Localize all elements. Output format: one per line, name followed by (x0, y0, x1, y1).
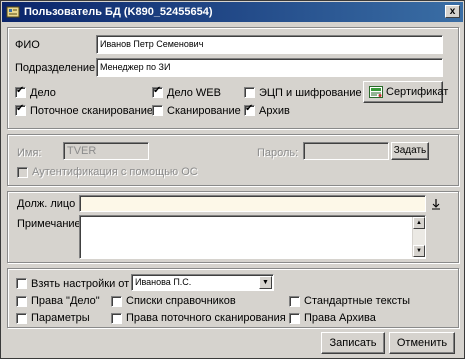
window-title: Пользователь БД (K890_52455654) (24, 6, 213, 18)
title-bar[interactable]: Пользователь БД (K890_52455654) x (2, 2, 463, 22)
name-label: Имя: (17, 147, 42, 159)
delo-web-checkbox[interactable] (152, 85, 163, 98)
scroll-up-icon[interactable]: ▲ (413, 217, 425, 229)
save-button[interactable]: Записать (321, 332, 385, 354)
stream-scan-label: Поточное сканирование (30, 105, 153, 117)
window-app-icon (6, 6, 20, 18)
params-checkbox[interactable] (16, 313, 27, 324)
archive-rights-checkbox[interactable] (289, 313, 300, 324)
stream-scan-rights-label: Права поточного сканирования (126, 312, 286, 324)
department-label: Подразделение (15, 62, 96, 74)
name-field[interactable]: TVER (63, 142, 149, 160)
rights-delo-label: Права "Дело" (31, 295, 100, 307)
std-texts-label: Стандартные тексты (304, 295, 411, 307)
close-icon: x (449, 6, 456, 17)
take-settings-combo[interactable]: Иванова П.С. ▼ (131, 274, 274, 291)
scan-checkbox[interactable] (152, 105, 163, 116)
note-field[interactable] (79, 215, 426, 259)
take-settings-value: Иванова П.С. (135, 277, 192, 287)
close-button[interactable]: x (445, 5, 460, 18)
fio-field[interactable]: Иванов Петр Семенович (96, 35, 443, 54)
std-texts-checkbox[interactable] (289, 296, 300, 307)
note-label: Примечание (17, 218, 81, 230)
scan-label: Сканирование (167, 105, 241, 117)
note-scrollbar[interactable]: ▲ ▼ (412, 217, 425, 257)
stream-scan-checkbox[interactable] (15, 103, 26, 116)
ecp-label: ЭЦП и шифрование (259, 87, 362, 99)
user-dialog-window: Пользователь БД (K890_52455654) x ФИО Ив… (0, 0, 465, 359)
fio-label: ФИО (15, 39, 40, 51)
set-password-button[interactable]: Задать (391, 142, 429, 160)
position-label: Долж. лицо (17, 198, 76, 210)
ref-lists-label: Списки справочников (126, 295, 236, 307)
rights-delo-checkbox[interactable] (16, 296, 27, 307)
ecp-checkbox[interactable] (244, 87, 255, 98)
archive-checkbox[interactable] (244, 103, 255, 116)
position-field[interactable] (79, 195, 426, 212)
password-label: Пароль: (257, 147, 299, 159)
archive-rights-label: Права Архива (304, 312, 376, 324)
department-field[interactable]: Менеджер по ЗИ (96, 58, 443, 77)
certificate-icon (369, 86, 383, 98)
delo-checkbox[interactable] (15, 85, 26, 98)
os-auth-checkbox[interactable] (17, 167, 28, 178)
os-auth-label: Аутентификация с помощью ОС (32, 166, 198, 178)
cancel-button[interactable]: Отменить (389, 332, 455, 354)
ref-lists-checkbox[interactable] (111, 296, 122, 307)
certificate-button-label: Сертификат (386, 86, 449, 98)
take-settings-checkbox[interactable] (16, 278, 27, 289)
stream-scan-rights-checkbox[interactable] (111, 313, 122, 324)
chevron-down-icon[interactable]: ▼ (259, 276, 272, 289)
archive-label: Архив (259, 105, 290, 117)
password-field[interactable] (303, 142, 389, 160)
take-settings-label: Взять настройки от (31, 278, 130, 290)
select-official-icon[interactable] (431, 198, 441, 210)
scroll-down-icon[interactable]: ▼ (413, 245, 425, 257)
certificate-button[interactable]: Сертификат (363, 81, 448, 103)
delo-web-label: Дело WEB (167, 87, 221, 99)
delo-label: Дело (30, 87, 56, 99)
params-label: Параметры (31, 312, 90, 324)
